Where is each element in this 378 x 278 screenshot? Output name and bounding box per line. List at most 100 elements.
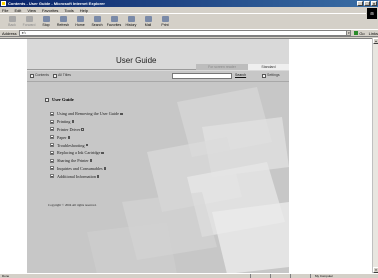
contents-link[interactable]: Contents <box>30 73 49 78</box>
print-button[interactable]: Print <box>157 14 173 27</box>
vertical-scrollbar[interactable]: ▴ ▾ <box>372 38 378 273</box>
scroll-up-button[interactable]: ▴ <box>373 38 378 44</box>
topic-icon <box>120 112 123 116</box>
history-button[interactable]: History <box>123 14 139 27</box>
status-text: Done <box>2 274 10 278</box>
standard-mode-button[interactable]: Standard <box>248 64 289 70</box>
topic-icon <box>81 128 84 131</box>
toc-item[interactable]: Inquiries and Consumables <box>50 165 123 173</box>
book-icon <box>45 97 49 102</box>
home-button[interactable]: Home <box>72 14 88 27</box>
expand-icon[interactable] <box>50 111 54 116</box>
home-label: Home <box>75 23 85 27</box>
forward-button[interactable]: Forward <box>21 14 37 27</box>
all-titles-label: All Titles <box>58 73 72 77</box>
topic-icon <box>101 151 104 155</box>
expand-icon[interactable] <box>50 119 54 124</box>
copyright-text: Copyright © 2004 All rights reserved. <box>48 203 97 207</box>
toc-item[interactable]: Printer Driver <box>50 126 123 134</box>
menu-view[interactable]: View <box>27 8 36 13</box>
menu-file[interactable]: File <box>2 8 8 13</box>
history-label: History <box>125 23 137 27</box>
settings-label: Settings <box>267 73 280 77</box>
contents-label: Contents <box>35 73 50 77</box>
toc-item[interactable]: Sharing the Printer <box>50 157 123 165</box>
screen-reader-mode-button[interactable]: For screen reader <box>196 64 248 70</box>
toc-heading-label: User Guide <box>52 97 74 102</box>
toc-item-label: Replacing a Ink Cartridge <box>57 150 101 156</box>
history-icon <box>127 16 135 22</box>
toc-item-label: Printing <box>57 119 71 125</box>
right-blank-area <box>289 39 372 273</box>
contents-icon <box>30 73 34 78</box>
windows-logo-icon: ⊞ <box>367 8 377 19</box>
menu-edit[interactable]: Edit <box>14 8 21 13</box>
close-button[interactable]: × <box>371 1 377 6</box>
help-search-button[interactable]: Search <box>235 73 246 78</box>
page-viewport: User Guide For screen reader Standard Co… <box>0 38 372 273</box>
menu-tools[interactable]: Tools <box>64 8 73 13</box>
address-input[interactable]: e:\ <box>18 30 352 36</box>
stop-label: Stop <box>42 23 50 27</box>
menu-favorites[interactable]: Favorites <box>42 8 58 13</box>
favorites-button[interactable]: Favorites <box>106 14 122 27</box>
toc-item[interactable]: Additional Information <box>50 172 123 180</box>
toc-item[interactable]: Replacing a Ink Cartridge <box>50 149 123 157</box>
stop-button[interactable]: Stop <box>38 14 54 27</box>
toc-item[interactable]: Troubleshooting <box>50 141 123 149</box>
ie-icon <box>1 1 6 6</box>
expand-icon[interactable] <box>50 150 54 155</box>
toc-item[interactable]: Paper <box>50 133 123 141</box>
status-divider <box>290 274 291 278</box>
refresh-icon <box>59 16 67 22</box>
settings-link[interactable]: Settings <box>262 73 280 78</box>
left-gutter <box>0 39 27 273</box>
search-button[interactable]: Search <box>89 14 105 27</box>
address-bar: Address e:\ ▾ Go Links <box>0 29 378 37</box>
expand-icon[interactable] <box>50 143 54 148</box>
mail-icon <box>144 16 152 22</box>
toc-item-label: Using and Removing the User Guide <box>57 111 119 117</box>
toc-item[interactable]: Using and Removing the User Guide <box>50 110 123 118</box>
mail-button[interactable]: Mail <box>140 14 156 27</box>
links-button[interactable]: Links <box>369 31 378 36</box>
toc-list: Using and Removing the User Guide Printi… <box>50 110 123 180</box>
toc-item-label: Paper <box>57 134 67 140</box>
topic-icon <box>71 120 74 123</box>
mail-label: Mail <box>144 23 152 27</box>
refresh-label: Refresh <box>56 23 70 27</box>
maximize-button[interactable]: □ <box>364 1 370 6</box>
menu-help[interactable]: Help <box>80 8 88 13</box>
expand-icon[interactable] <box>50 135 54 140</box>
minimize-button[interactable]: _ <box>357 1 363 6</box>
help-nav-row: Contents All Titles Search Settings <box>27 72 289 80</box>
expand-icon[interactable] <box>50 174 54 179</box>
address-label: Address <box>2 30 17 36</box>
status-divider <box>250 274 251 278</box>
expand-icon[interactable] <box>50 127 54 132</box>
toc-heading: User Guide <box>45 97 74 102</box>
back-button[interactable]: Back <box>4 14 20 27</box>
toc-item-label: Printer Driver <box>57 126 81 132</box>
status-divider <box>310 274 311 278</box>
expand-icon[interactable] <box>50 158 54 163</box>
toc-item-label: Inquiries and Consumables <box>57 165 103 171</box>
home-icon <box>76 16 84 22</box>
window-titlebar: Contents - User Guide - Microsoft Intern… <box>0 0 378 7</box>
refresh-button[interactable]: Refresh <box>55 14 71 27</box>
go-button[interactable]: Go <box>354 31 365 36</box>
topic-icon <box>85 143 89 147</box>
search-label: Search <box>91 23 103 27</box>
status-bar: Done My Computer <box>0 273 378 278</box>
favorites-icon <box>110 16 118 22</box>
page-title: User Guide <box>116 56 157 65</box>
search-icon <box>93 16 101 22</box>
toc-item[interactable]: Printing <box>50 118 123 126</box>
all-titles-link[interactable]: All Titles <box>53 73 71 78</box>
help-search-input[interactable] <box>172 73 232 79</box>
expand-icon[interactable] <box>50 166 54 171</box>
forward-label: Forward <box>22 23 36 27</box>
address-dropdown-button[interactable]: ▾ <box>346 30 352 36</box>
toolbar: Back Forward Stop Refresh Home Search Fa… <box>0 13 366 27</box>
toc-item-label: Sharing the Printer <box>57 158 89 164</box>
